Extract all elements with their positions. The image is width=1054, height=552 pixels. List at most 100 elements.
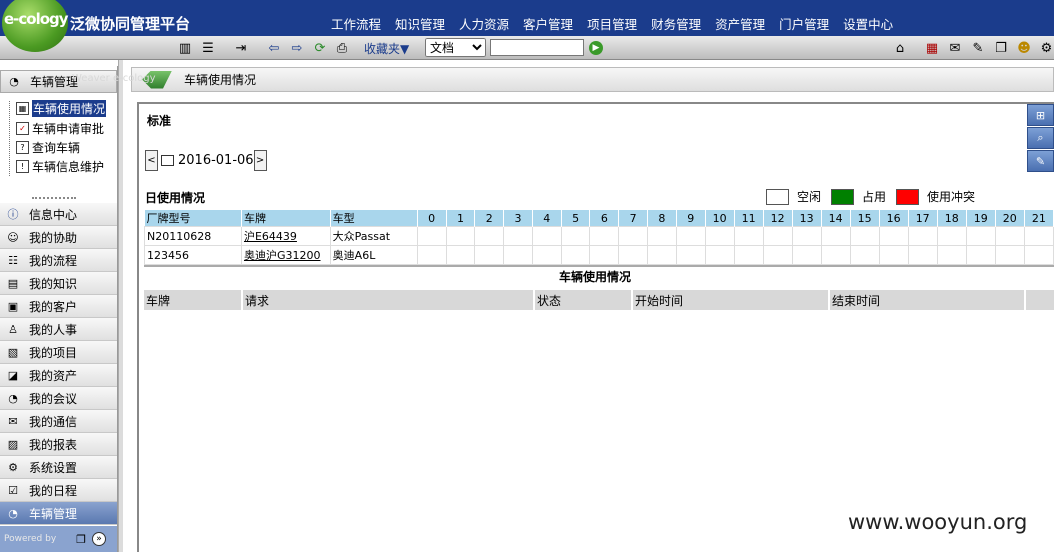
module-my-communication[interactable]: ✉ 我的通信 — [0, 410, 117, 433]
hour-cell[interactable] — [849, 245, 880, 265]
usage-header-end-time[interactable]: 结束时间 — [829, 290, 1026, 312]
menu-project[interactable]: 项目管理 — [587, 14, 637, 33]
hour-cell[interactable] — [733, 226, 764, 246]
module-my-reports[interactable]: ▨ 我的报表 — [0, 433, 117, 456]
hour-cell[interactable] — [878, 226, 909, 246]
hour-cell[interactable] — [474, 245, 505, 265]
favorites-menu[interactable]: 收藏夹▼ — [364, 40, 409, 57]
expand-icon[interactable]: » — [92, 532, 107, 546]
next-day-button[interactable]: > — [253, 150, 267, 171]
module-my-cooperation[interactable]: ☺ 我的协助 — [0, 226, 117, 249]
layout-left-icon[interactable]: ▥ — [178, 40, 192, 56]
hour-cell[interactable] — [820, 226, 851, 246]
print-icon[interactable]: ⎙ — [335, 40, 349, 56]
usage-header-status[interactable]: 状态 — [534, 290, 633, 312]
search-go-icon[interactable]: ▶ — [589, 41, 603, 55]
menu-workflow[interactable]: 工作流程 — [331, 14, 381, 33]
module-my-meetings[interactable]: ◔ 我的会议 — [0, 387, 117, 410]
menu-hr[interactable]: 人力资源 — [459, 14, 509, 33]
hour-cell[interactable] — [416, 245, 447, 265]
hour-cell[interactable] — [1023, 245, 1054, 265]
hour-cell[interactable] — [474, 226, 505, 246]
prev-day-button[interactable]: < — [145, 150, 158, 171]
search-type-select[interactable]: 文档 — [425, 38, 486, 57]
mail-icon[interactable]: ✉ — [947, 40, 963, 56]
module-system-settings[interactable]: ⚙ 系统设置 — [0, 456, 117, 479]
module-my-hr[interactable]: ♙ 我的人事 — [0, 318, 117, 341]
hour-cell[interactable] — [647, 245, 677, 265]
back-arrow-icon[interactable]: ⇦ — [266, 40, 282, 56]
usage-header-request[interactable]: 请求 — [242, 290, 535, 312]
hour-cell[interactable] — [762, 226, 793, 246]
hour-cell[interactable] — [589, 226, 620, 246]
tree-view-icon[interactable]: ⊞ — [1027, 104, 1054, 126]
hour-cell[interactable] — [704, 245, 735, 265]
hour-cell[interactable] — [791, 226, 822, 246]
refresh-icon[interactable]: ⟳ — [313, 40, 327, 56]
hour-cell[interactable] — [445, 226, 476, 246]
module-my-customers[interactable]: ▣ 我的客户 — [0, 295, 117, 318]
search-input[interactable] — [490, 39, 584, 56]
logout-icon[interactable]: ⇥ — [233, 40, 249, 56]
hour-cell[interactable] — [965, 226, 996, 246]
hour-cell[interactable] — [560, 245, 591, 265]
edit-icon[interactable]: ✎ — [970, 40, 986, 56]
hour-cell[interactable] — [445, 245, 476, 265]
hour-cell[interactable] — [791, 245, 822, 265]
module-vehicle-management[interactable]: ◔ 车辆管理 — [0, 502, 117, 525]
hour-cell[interactable] — [994, 226, 1025, 246]
hour-cell[interactable] — [907, 245, 938, 265]
page-icon[interactable]: ❐ — [76, 533, 86, 546]
tools-icon[interactable]: ⚙ — [1039, 40, 1054, 56]
menu-portal[interactable]: 门户管理 — [779, 14, 829, 33]
hour-cell[interactable] — [878, 245, 909, 265]
plate-link[interactable]: 沪E64439 — [244, 230, 297, 243]
hour-cell[interactable] — [560, 226, 591, 246]
hour-cell[interactable] — [907, 226, 938, 246]
calendar-icon[interactable] — [161, 155, 174, 166]
module-my-projects[interactable]: ▧ 我的项目 — [0, 341, 117, 364]
user-icon[interactable]: ☻ — [1016, 40, 1032, 56]
menu-knowledge[interactable]: 知识管理 — [395, 14, 445, 33]
hour-cell[interactable] — [618, 245, 649, 265]
note-icon[interactable]: ✎ — [1027, 150, 1054, 172]
hour-cell[interactable] — [820, 245, 851, 265]
search-panel-icon[interactable]: ⌕ — [1027, 127, 1054, 149]
vehicle-plate-link[interactable]: 奥迪沪G31200 — [240, 245, 331, 265]
tree-item-vehicle-query[interactable]: ? 查询车辆 — [16, 139, 80, 156]
forward-arrow-icon[interactable]: ⇨ — [289, 40, 305, 56]
sidebar-resize-grip[interactable] — [32, 197, 76, 200]
hour-cell[interactable] — [531, 245, 562, 265]
module-info-center[interactable]: ⓘ 信息中心 — [0, 203, 117, 226]
module-my-knowledge[interactable]: ▤ 我的知识 — [0, 272, 117, 295]
hour-cell[interactable] — [675, 226, 706, 246]
hour-cell[interactable] — [704, 226, 735, 246]
module-my-assets[interactable]: ◪ 我的资产 — [0, 364, 117, 387]
hour-cell[interactable] — [936, 245, 967, 265]
home-icon[interactable]: ⌂ — [892, 40, 908, 56]
hour-cell[interactable] — [503, 245, 533, 265]
hour-cell[interactable] — [647, 226, 677, 246]
vehicle-plate-link[interactable]: 沪E64439 — [240, 226, 331, 246]
hour-cell[interactable] — [589, 245, 620, 265]
usage-header-plate[interactable]: 车牌 — [144, 290, 243, 312]
hour-cell[interactable] — [503, 226, 533, 246]
hour-cell[interactable] — [675, 245, 706, 265]
menu-settings[interactable]: 设置中心 — [843, 14, 893, 33]
hour-cell[interactable] — [762, 245, 793, 265]
tree-item-vehicle-usage[interactable]: ▦ 车辆使用情况 — [16, 100, 107, 117]
tree-item-vehicle-info[interactable]: ! 车辆信息维护 — [16, 158, 104, 175]
tree-item-vehicle-approval[interactable]: ✓ 车辆申请审批 — [16, 120, 104, 137]
hour-cell[interactable] — [849, 226, 880, 246]
usage-header-start-time[interactable]: 开始时间 — [632, 290, 830, 312]
hour-cell[interactable] — [994, 245, 1025, 265]
calendar-icon[interactable]: ▦ — [924, 40, 940, 56]
hour-cell[interactable] — [531, 226, 562, 246]
layout-top-icon[interactable]: ☰ — [201, 40, 215, 56]
menu-asset[interactable]: 资产管理 — [715, 14, 765, 33]
module-my-schedule[interactable]: ☑ 我的日程 — [0, 479, 117, 502]
hour-cell[interactable] — [618, 226, 649, 246]
module-my-workflow[interactable]: ☷ 我的流程 — [0, 249, 117, 272]
plate-link[interactable]: 奥迪沪G31200 — [244, 249, 321, 262]
menu-customer[interactable]: 客户管理 — [523, 14, 573, 33]
